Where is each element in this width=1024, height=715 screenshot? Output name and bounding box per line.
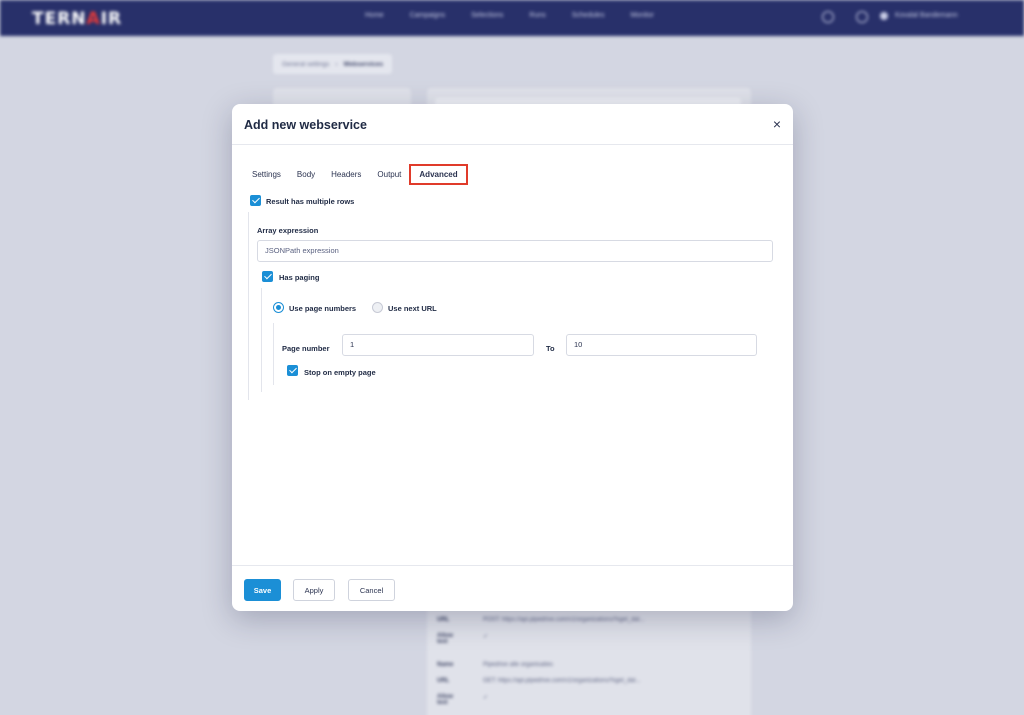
paging-divider (261, 288, 262, 392)
breadcrumb-parent[interactable]: General settings (282, 61, 329, 68)
array-expression-input[interactable]: JSONPath expression (257, 240, 773, 262)
user-name[interactable]: Kovalal Bandemann (895, 12, 958, 19)
list-item: Name Pipedrive alle organisaties (437, 662, 554, 668)
user-icon (880, 12, 888, 20)
stop-on-empty-checkbox[interactable] (287, 365, 298, 376)
stop-on-empty-label: Stop on empty page (304, 368, 376, 377)
cancel-button[interactable]: Cancel (348, 579, 395, 601)
settings-icon[interactable] (856, 11, 868, 23)
page-number-label: Page number (282, 344, 330, 353)
use-next-url-label: Use next URL (388, 304, 437, 313)
modal-header: Add new webservice × (232, 104, 793, 145)
use-page-numbers-label: Use page numbers (289, 304, 357, 313)
list-item: URL POST: https://api.pipedrive.com/v1/or… (437, 617, 645, 623)
nav-item-home[interactable]: Home (365, 12, 384, 19)
nav-item-selections[interactable]: Selections (471, 12, 503, 19)
array-expression-label: Array expression (257, 226, 319, 235)
tab-headers[interactable]: Headers (331, 170, 361, 179)
breadcrumb: General settings › Webservices (273, 54, 393, 74)
add-webservice-modal: Add new webservice × Settings Body Heade… (232, 104, 793, 611)
nav-item-monitor[interactable]: Monitor (630, 12, 653, 19)
nav-item-schedules[interactable]: Schedules (572, 12, 605, 19)
list-item: Allow text ✓ (437, 633, 489, 645)
tab-settings[interactable]: Settings (252, 170, 281, 179)
nav-item-runs[interactable]: Runs (529, 12, 545, 19)
result-multiple-rows-label: Result has multiple rows (266, 197, 355, 206)
save-button[interactable]: Save (244, 579, 281, 601)
page-number-to-input[interactable]: 10 (566, 334, 757, 356)
page-number-from-input[interactable]: 1 (342, 334, 534, 356)
list-item: Allow text ✓ (437, 694, 489, 706)
logo: TERNAIR (32, 9, 123, 29)
has-paging-checkbox[interactable] (262, 271, 273, 282)
list-item: URL GET: https://api.pipedrive.com/v1/org… (437, 678, 641, 684)
top-navbar: TERNAIR Home Campaigns Selections Runs S… (0, 0, 1024, 36)
to-label: To (546, 344, 555, 353)
modal-title: Add new webservice (244, 118, 367, 132)
use-next-url-radio[interactable] (372, 302, 383, 313)
modal-footer: Save Apply Cancel (232, 565, 793, 611)
main-nav: Home Campaigns Selections Runs Schedules… (365, 12, 680, 19)
use-page-numbers-radio[interactable] (273, 302, 284, 313)
has-paging-label: Has paging (279, 273, 320, 282)
help-icon[interactable] (822, 11, 834, 23)
nav-item-campaigns[interactable]: Campaigns (410, 12, 445, 19)
modal-tabs: Settings Body Headers Output Advanced (252, 164, 484, 185)
tab-advanced[interactable]: Advanced (409, 164, 468, 185)
page-number-divider (273, 323, 274, 385)
result-multiple-rows-checkbox[interactable] (250, 195, 261, 206)
breadcrumb-current: Webservices (343, 60, 384, 68)
section-divider (248, 212, 249, 400)
breadcrumb-separator: › (335, 60, 338, 68)
tab-output[interactable]: Output (377, 170, 401, 179)
close-icon[interactable]: × (773, 117, 781, 131)
apply-button[interactable]: Apply (293, 579, 335, 601)
tab-body[interactable]: Body (297, 170, 315, 179)
